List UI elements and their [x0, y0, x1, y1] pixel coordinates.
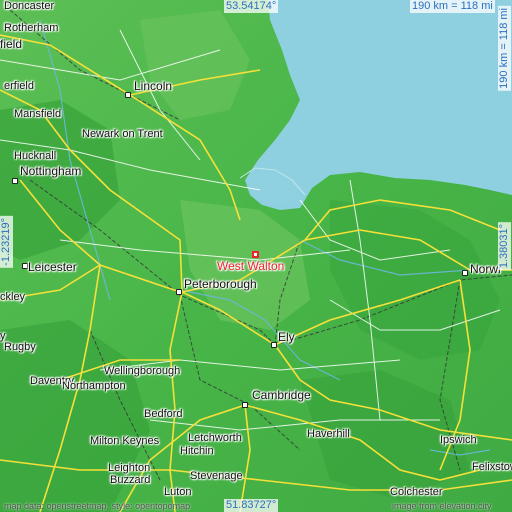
target-location-label: West Walton: [217, 259, 285, 273]
attribution-image-source: image from elevation.city: [392, 501, 492, 511]
place-mansfield: Mansfield: [14, 108, 62, 120]
coord-north: 53.54174°: [224, 0, 279, 13]
place-hucknall: Hucknall: [14, 150, 57, 162]
place-rotherham: Rotherham: [4, 22, 59, 34]
place-ipswich: Ipswich: [440, 434, 477, 446]
place-buzzard: Buzzard: [110, 474, 151, 486]
place-norwich: Norwi: [470, 262, 501, 276]
coord-west: -1.23219°: [0, 216, 13, 268]
scale-right: 190 km = 118 mi: [498, 6, 511, 91]
cambridge-marker: [242, 402, 248, 408]
place-peterborough: Peterborough: [184, 277, 257, 291]
scale-top: 190 km = 118 mi: [410, 0, 495, 13]
coord-south: 51.83727°: [224, 499, 279, 512]
place-leighton: Leighton: [108, 462, 151, 474]
place-doncaster: Doncaster: [4, 0, 55, 12]
peterborough-marker: [176, 289, 182, 295]
lincoln-marker: [125, 92, 131, 98]
place-stevenage: Stevenage: [190, 470, 243, 482]
place-milton-keynes: Milton Keynes: [90, 435, 160, 447]
map-view[interactable]: Doncaster Rotherham field erfield Mansfi…: [0, 0, 512, 512]
place-luton: Luton: [164, 486, 192, 498]
attribution-map-data: map data: openstreetmap, style: opentopo…: [4, 501, 191, 511]
norwich-marker: [462, 270, 468, 276]
place-newark: Newark on Trent: [82, 128, 163, 140]
place-hitchin: Hitchin: [180, 445, 214, 457]
target-location-marker[interactable]: [252, 251, 259, 258]
place-northampton: Northampton: [62, 380, 126, 392]
place-sheffield: field: [0, 37, 23, 51]
place-rugby: Rugby: [4, 341, 36, 353]
place-bedford: Bedford: [144, 408, 183, 420]
place-nottingham: Nottingham: [20, 164, 82, 178]
coord-east: 1.38031°: [498, 222, 511, 271]
nottingham-marker: [12, 178, 18, 184]
place-hinckley: ckley: [0, 291, 26, 303]
place-lincoln: Lincoln: [134, 79, 173, 93]
place-cambridge: Cambridge: [252, 388, 311, 402]
place-felixstowe: Felixstow: [472, 461, 512, 473]
place-chesterfield: erfield: [4, 80, 34, 92]
place-haverhill: Haverhill: [307, 428, 350, 440]
ely-marker: [271, 342, 277, 348]
place-wellingborough: Wellingborough: [104, 365, 181, 377]
place-leicester: Leicester: [28, 260, 77, 274]
place-ely: Ely: [278, 330, 295, 344]
place-colchester: Colchester: [390, 486, 443, 498]
place-letchworth: Letchworth: [188, 432, 242, 444]
